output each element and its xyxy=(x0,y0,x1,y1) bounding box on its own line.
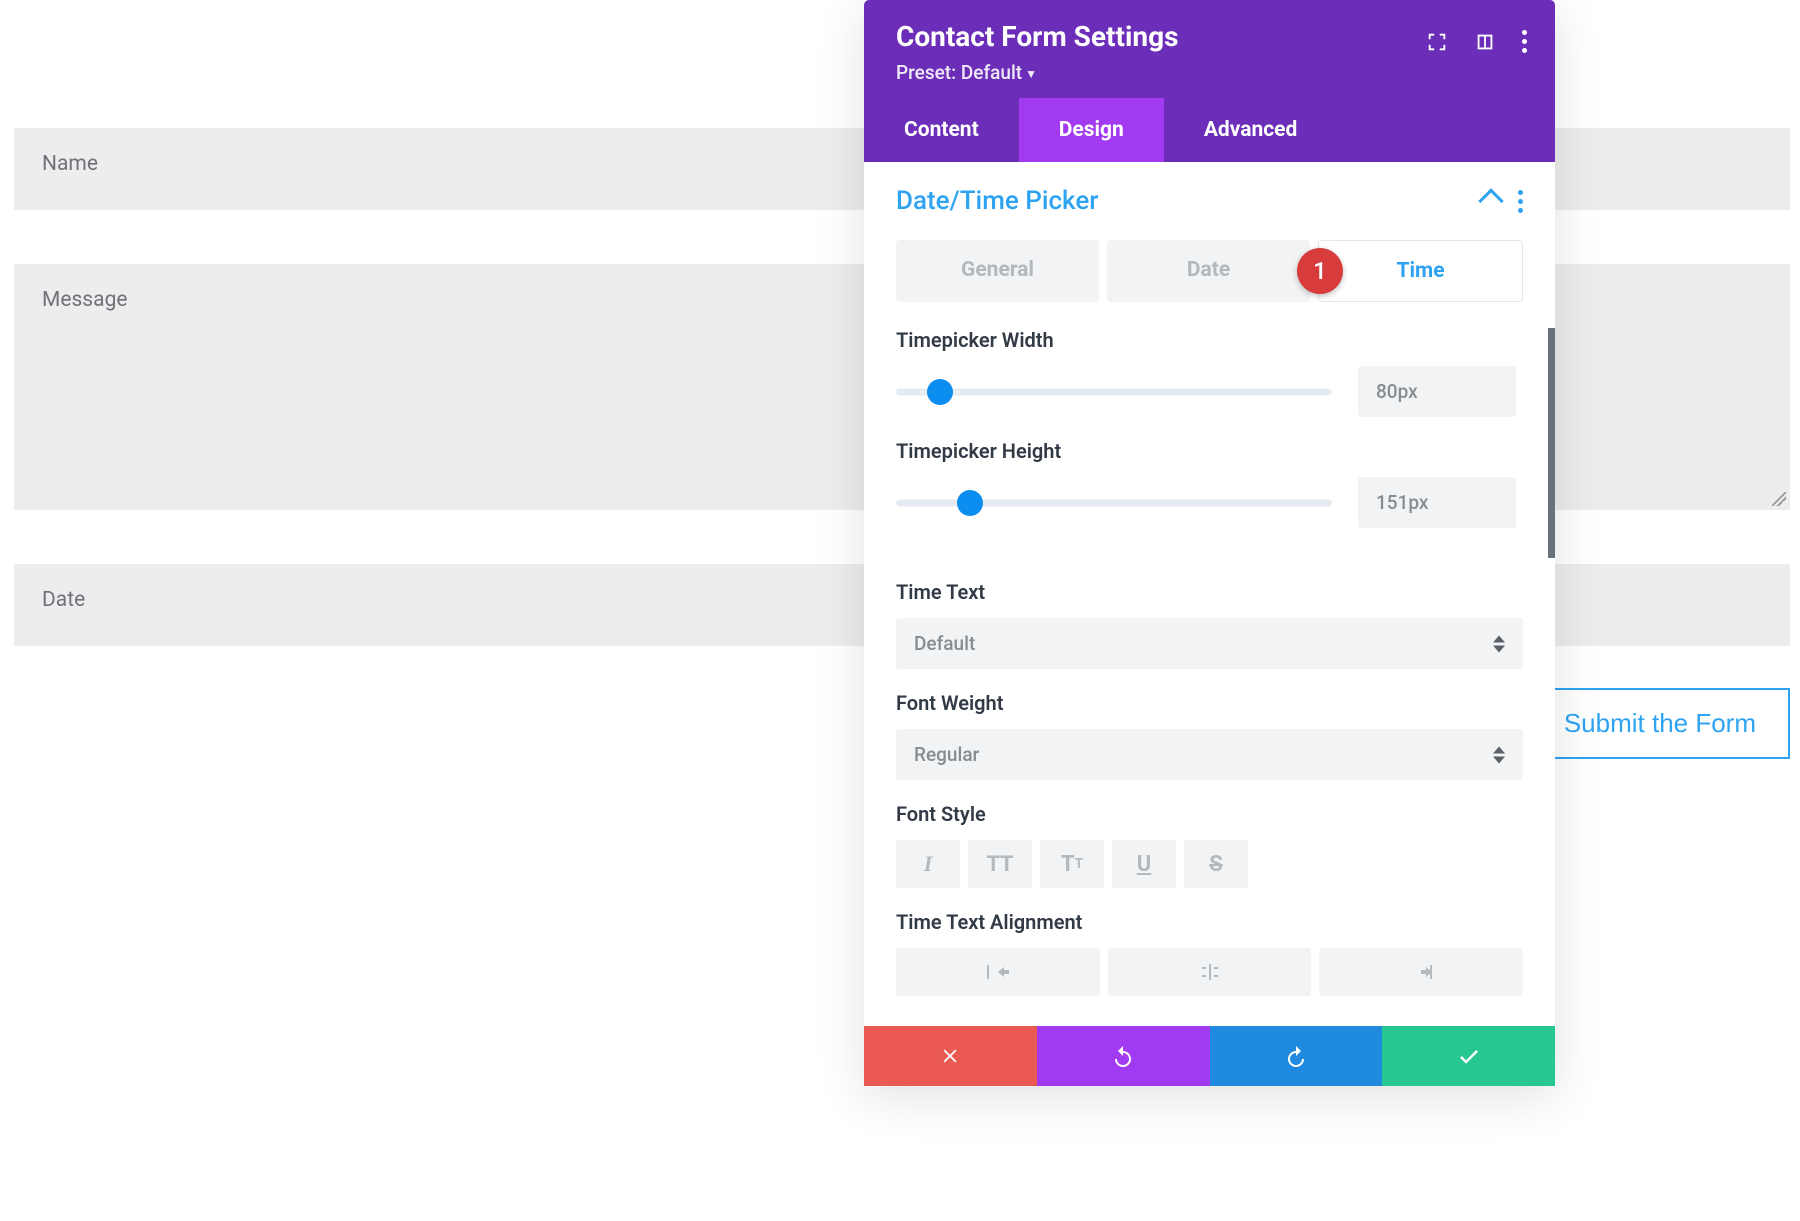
submit-button[interactable]: Submit the Form xyxy=(1530,688,1790,759)
alignment-buttons xyxy=(896,948,1523,996)
step-badge: 1 xyxy=(1297,248,1343,294)
align-right-button[interactable] xyxy=(1319,948,1523,996)
section-more-icon[interactable] xyxy=(1518,190,1523,213)
panel-body-upper: Timepicker Width 80px Timepicker Height … xyxy=(864,328,1555,558)
font-style-label: Font Style xyxy=(896,802,1523,826)
columns-icon[interactable] xyxy=(1474,31,1496,53)
timepicker-width-value[interactable]: 80px xyxy=(1358,366,1516,417)
redo-icon xyxy=(1284,1044,1308,1068)
preset-selector[interactable]: Preset: Default▼ xyxy=(896,61,1523,84)
subtab-date[interactable]: Date xyxy=(1107,240,1310,302)
font-style-buttons: I TT TT U S xyxy=(896,840,1523,888)
uppercase-button[interactable]: TT xyxy=(968,840,1032,888)
tab-advanced[interactable]: Advanced xyxy=(1164,98,1338,162)
panel-header-icons xyxy=(1426,30,1527,53)
timepicker-width-label: Timepicker Width xyxy=(896,328,1516,352)
redo-button[interactable] xyxy=(1210,1026,1383,1086)
settings-panel: Contact Form Settings Preset: Default▼ C… xyxy=(864,0,1555,1086)
timepicker-width-row: 80px xyxy=(896,366,1516,417)
section-header: Date/Time Picker xyxy=(864,162,1555,226)
timepicker-height-row: 151px xyxy=(896,477,1516,528)
subtabs: General Date 1 Time xyxy=(896,240,1523,302)
undo-button[interactable] xyxy=(1037,1026,1210,1086)
tab-content[interactable]: Content xyxy=(864,98,1019,162)
section-actions xyxy=(1482,190,1523,213)
check-icon xyxy=(1457,1044,1481,1068)
timepicker-height-slider[interactable] xyxy=(896,489,1332,517)
preset-label: Preset: Default xyxy=(896,61,1022,84)
chevron-up-icon[interactable] xyxy=(1478,188,1503,213)
subtab-time[interactable]: 1 Time xyxy=(1318,240,1523,302)
smallcaps-button[interactable]: TT xyxy=(1040,840,1104,888)
tab-design[interactable]: Design xyxy=(1019,98,1164,162)
main-tabs: Content Design Advanced xyxy=(864,98,1555,162)
select-arrows-icon xyxy=(1493,635,1505,652)
time-text-label: Time Text xyxy=(896,580,1523,604)
more-options-icon[interactable] xyxy=(1522,30,1527,53)
subtab-general[interactable]: General xyxy=(896,240,1099,302)
underline-button[interactable]: U xyxy=(1112,840,1176,888)
strikethrough-button[interactable]: S xyxy=(1184,840,1248,888)
panel-header: Contact Form Settings Preset: Default▼ xyxy=(864,0,1555,98)
select-arrows-icon xyxy=(1493,746,1505,763)
caret-down-icon: ▼ xyxy=(1025,67,1037,81)
cancel-button[interactable] xyxy=(864,1026,1037,1086)
close-icon xyxy=(939,1045,961,1067)
alignment-label: Time Text Alignment xyxy=(896,910,1523,934)
subtab-time-label: Time xyxy=(1396,259,1444,283)
timepicker-height-value[interactable]: 151px xyxy=(1358,477,1516,528)
font-weight-label: Font Weight xyxy=(896,691,1523,715)
align-center-button[interactable] xyxy=(1108,948,1312,996)
align-left-button[interactable] xyxy=(896,948,1100,996)
save-button[interactable] xyxy=(1382,1026,1555,1086)
panel-footer xyxy=(864,1026,1555,1086)
time-text-value: Default xyxy=(914,632,975,655)
panel-body-lower: Time Text Default Font Weight Regular Fo… xyxy=(864,580,1555,1026)
font-weight-select[interactable]: Regular xyxy=(896,729,1523,780)
time-text-select[interactable]: Default xyxy=(896,618,1523,669)
expand-icon[interactable] xyxy=(1426,31,1448,53)
section-title[interactable]: Date/Time Picker xyxy=(896,186,1098,216)
timepicker-height-label: Timepicker Height xyxy=(896,439,1516,463)
timepicker-width-slider[interactable] xyxy=(896,378,1332,406)
font-weight-value: Regular xyxy=(914,743,979,766)
italic-button[interactable]: I xyxy=(896,840,960,888)
undo-icon xyxy=(1111,1044,1135,1068)
